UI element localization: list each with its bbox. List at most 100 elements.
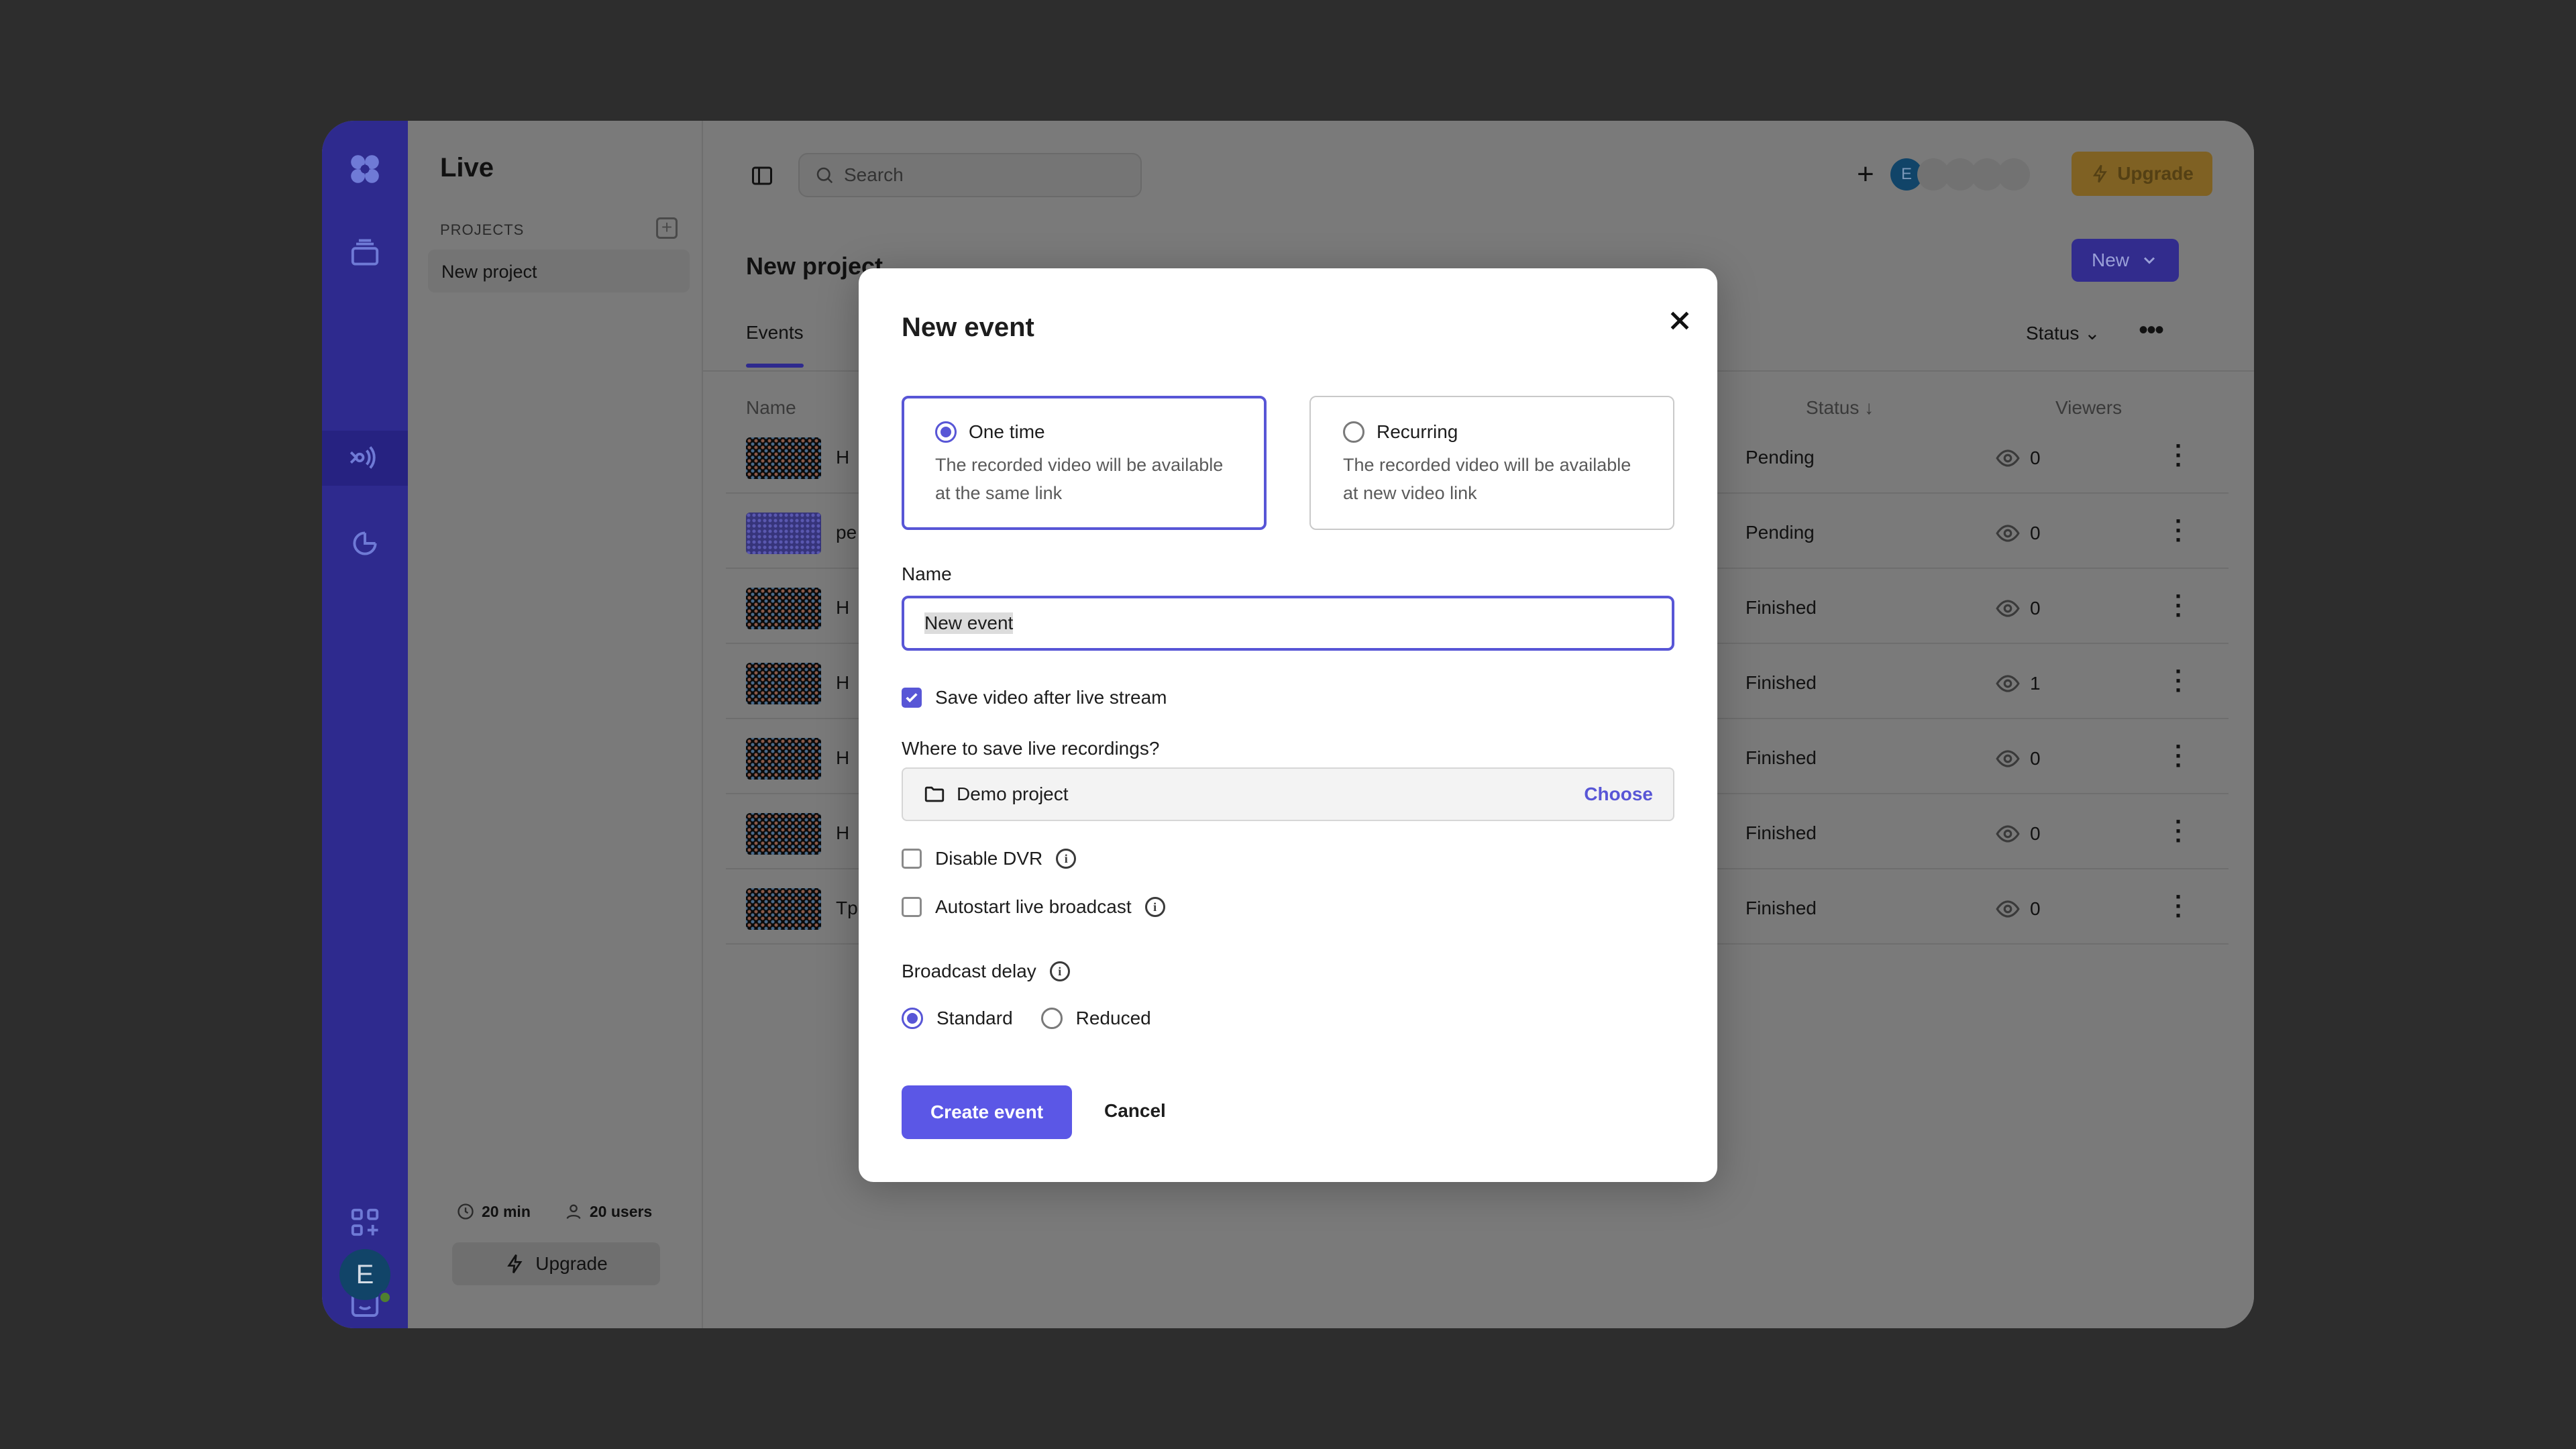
sidebar-item-project[interactable]: New project <box>428 250 690 292</box>
sidebar-upgrade-button[interactable]: Upgrade <box>452 1242 660 1285</box>
broadcast-delay-options: Standard Reduced <box>902 1008 1151 1029</box>
invite-plus-icon[interactable]: + <box>1857 160 1874 189</box>
event-thumbnail <box>746 663 821 704</box>
toggle-sidebar-icon[interactable] <box>750 164 774 188</box>
event-thumbnail <box>746 588 821 629</box>
integrations-icon[interactable] <box>343 1201 386 1244</box>
create-event-button[interactable]: Create event <box>902 1085 1072 1139</box>
column-header-viewers[interactable]: Viewers <box>2055 397 2122 419</box>
delay-standard-radio[interactable] <box>902 1008 923 1029</box>
library-icon[interactable] <box>343 232 386 275</box>
one-time-option[interactable]: One time The recorded video will be avai… <box>902 396 1267 530</box>
bolt-icon <box>507 1254 523 1274</box>
name-label: Name <box>902 564 952 584</box>
row-menu-icon[interactable]: · · · <box>2175 735 2183 777</box>
event-name: H <box>836 747 850 768</box>
event-viewers: 0 <box>1995 896 2041 922</box>
event-thumbnail <box>746 813 821 855</box>
eye-icon <box>1996 449 2020 467</box>
info-icon[interactable]: i <box>1144 897 1165 917</box>
active-tab-underline <box>746 364 804 368</box>
one-time-radio[interactable] <box>935 421 957 443</box>
row-menu-icon[interactable]: · · · <box>2175 434 2183 477</box>
usage-users: 20 users <box>564 1202 652 1221</box>
row-menu-icon[interactable]: · · · <box>2175 509 2183 552</box>
event-status: Finished <box>1746 747 1817 768</box>
header-upgrade-button[interactable]: Upgrade <box>2072 152 2212 196</box>
recurring-description: The recorded video will be available at … <box>1343 455 1631 503</box>
app-logo-icon[interactable] <box>343 148 386 191</box>
close-icon[interactable] <box>1661 302 1699 339</box>
event-thumbnail <box>746 437 821 479</box>
add-project-icon[interactable]: + <box>656 217 678 239</box>
event-name-field[interactable]: New event <box>902 596 1674 651</box>
event-viewers: 0 <box>1995 445 2041 471</box>
member-avatar-placeholder <box>1998 158 2030 191</box>
column-header-name[interactable]: Name <box>746 397 796 419</box>
analytics-icon[interactable] <box>343 522 386 565</box>
eye-icon <box>1996 750 2020 767</box>
usage-summary: 20 min 20 users <box>456 1202 652 1221</box>
event-viewers: 0 <box>1995 521 2041 546</box>
recurring-option[interactable]: Recurring The recorded video will be ava… <box>1309 396 1674 530</box>
where-label: Where to save live recordings? <box>902 738 1160 759</box>
event-name: H <box>836 447 850 468</box>
search-icon <box>816 167 833 184</box>
user-icon <box>566 1204 581 1220</box>
event-status: Pending <box>1746 447 1815 468</box>
save-video-checkbox[interactable] <box>902 688 922 708</box>
live-icon[interactable] <box>343 436 386 479</box>
recurring-radio[interactable] <box>1343 421 1364 443</box>
event-status: Finished <box>1746 822 1817 843</box>
projects-heading: PROJECTS <box>440 221 525 238</box>
bolt-icon <box>2093 164 2108 183</box>
nav-rail: E <box>322 121 408 1328</box>
search-input[interactable]: Search <box>798 153 1142 197</box>
row-menu-icon[interactable]: · · · <box>2175 810 2183 853</box>
event-name: pe <box>836 522 857 543</box>
event-status: Finished <box>1746 898 1817 918</box>
new-button[interactable]: New <box>2072 239 2179 282</box>
autostart-row: Autostart live broadcast i <box>902 896 1165 918</box>
event-name: Tp <box>836 898 858 918</box>
section-title: Live <box>440 153 494 182</box>
row-menu-icon[interactable]: · · · <box>2175 584 2183 627</box>
dialog-title: New event <box>902 313 1034 342</box>
chevron-down-icon <box>2143 257 2155 264</box>
event-viewers: 1 <box>1995 671 2041 696</box>
cancel-button[interactable]: Cancel <box>1104 1100 1166 1122</box>
choose-folder-button[interactable]: Choose <box>1584 784 1653 805</box>
event-status: Finished <box>1746 597 1817 618</box>
event-thumbnail <box>746 738 821 780</box>
recording-folder-picker[interactable]: Demo project Choose <box>902 767 1674 821</box>
row-menu-icon[interactable]: · · · <box>2175 659 2183 702</box>
eye-icon <box>1996 900 2020 918</box>
delay-reduced-radio[interactable] <box>1040 1008 1063 1029</box>
column-header-status[interactable]: Status ↓ <box>1806 397 1874 419</box>
status-filter-dropdown[interactable]: Status ⌄ <box>2026 322 2100 344</box>
info-icon[interactable]: i <box>1056 849 1077 869</box>
event-thumbnail <box>746 513 821 554</box>
row-menu-icon[interactable]: · · · <box>2175 885 2183 928</box>
online-status-dot <box>378 1291 392 1304</box>
folder-icon <box>924 786 945 802</box>
event-viewers: 0 <box>1995 821 2041 847</box>
eye-icon <box>1996 825 2020 843</box>
autostart-checkbox[interactable] <box>902 897 922 917</box>
event-thumbnail <box>746 888 821 930</box>
event-name: H <box>836 822 850 843</box>
event-name: H <box>836 597 850 618</box>
more-options-icon[interactable]: ••• <box>2139 315 2164 345</box>
eye-icon <box>1996 525 2020 542</box>
event-status: Finished <box>1746 672 1817 693</box>
folder-name: Demo project <box>957 784 1069 804</box>
info-icon[interactable]: i <box>1049 961 1070 981</box>
project-sidebar: Live PROJECTS + New project 20 min 20 us… <box>408 121 703 1328</box>
one-time-description: The recorded video will be available at … <box>935 455 1224 503</box>
save-video-row: Save video after live stream <box>902 687 1167 708</box>
disable-dvr-checkbox[interactable] <box>902 849 922 869</box>
tab-events[interactable]: Events <box>746 322 804 343</box>
event-status: Pending <box>1746 522 1815 543</box>
event-viewers: 0 <box>1995 746 2041 771</box>
clock-icon <box>458 1203 474 1220</box>
